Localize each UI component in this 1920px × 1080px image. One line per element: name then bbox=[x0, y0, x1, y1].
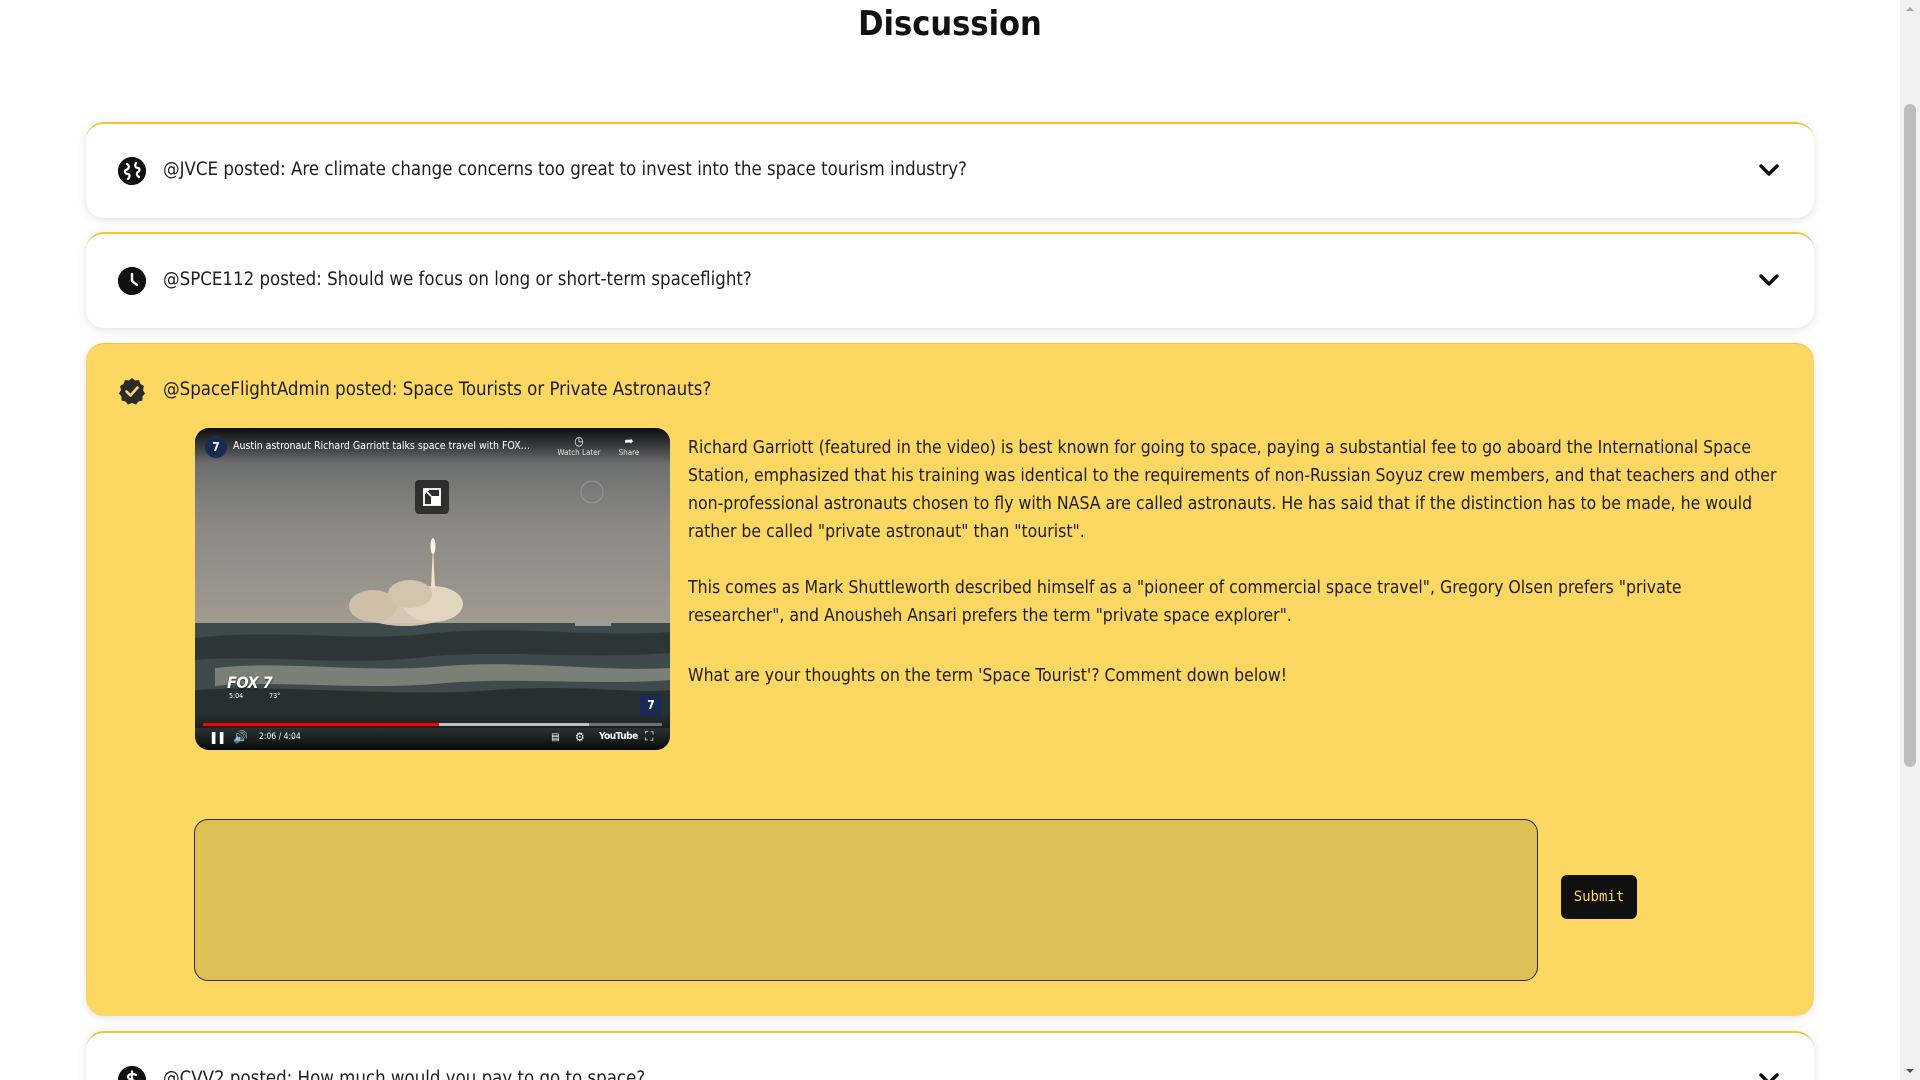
video-progress bbox=[203, 723, 440, 726]
scroll-up-icon[interactable] bbox=[1900, 0, 1920, 18]
thread-header[interactable]: @JVCE posted: Are climate change concern… bbox=[86, 124, 1814, 216]
thread-header[interactable]: @SpaceFlightAdmin posted: Space Tourists… bbox=[86, 344, 1814, 436]
clock-icon: ◷ bbox=[574, 434, 584, 448]
video-frame bbox=[195, 428, 670, 750]
thread-card-jvce[interactable]: @JVCE posted: Are climate change concern… bbox=[86, 122, 1814, 218]
thread-title: @JVCE posted: Are climate change concern… bbox=[163, 159, 967, 180]
video-progress-bar[interactable] bbox=[203, 723, 662, 726]
chevron-down-icon[interactable] bbox=[1758, 270, 1780, 290]
dollar-icon bbox=[118, 1066, 146, 1080]
thread-title: @CVV2 posted: How much would you pay to … bbox=[163, 1068, 646, 1080]
post-paragraph: This comes as Mark Shuttleworth describe… bbox=[688, 578, 1682, 626]
thread-card-spaceflightadmin: @SpaceFlightAdmin posted: Space Tourists… bbox=[86, 343, 1814, 1016]
share-icon: ➦ bbox=[624, 434, 634, 448]
embedded-video[interactable]: 7 Austin astronaut Richard Garriott talk… bbox=[195, 428, 670, 750]
captions-icon[interactable]: ▤ bbox=[551, 732, 560, 743]
video-title[interactable]: Austin astronaut Richard Garriott talks … bbox=[233, 440, 533, 452]
globe-icon bbox=[118, 157, 146, 185]
page-scrollbar[interactable] bbox=[1900, 0, 1920, 1080]
thread-title: @SpaceFlightAdmin posted: Space Tourists… bbox=[163, 379, 712, 400]
chevron-down-icon[interactable] bbox=[1758, 160, 1780, 180]
thread-card-spce112[interactable]: @SPCE112 posted: Should we focus on long… bbox=[86, 232, 1814, 328]
thread-header[interactable]: @SPCE112 posted: Should we focus on long… bbox=[86, 234, 1814, 326]
comment-input[interactable] bbox=[194, 819, 1538, 981]
thread-card-cvv2[interactable]: @CVV2 posted: How much would you pay to … bbox=[86, 1031, 1814, 1080]
clock-icon bbox=[118, 267, 146, 295]
thread-title: @SPCE112 posted: Should we focus on long… bbox=[163, 269, 752, 290]
fullscreen-icon[interactable]: ⛶ bbox=[645, 729, 653, 744]
thread-header[interactable]: @CVV2 posted: How much would you pay to … bbox=[86, 1033, 1814, 1080]
broadcaster-logo: FOX 7 bbox=[227, 673, 273, 692]
channel-avatar[interactable]: 7 bbox=[205, 436, 227, 458]
discussion-page: Discussion @JVCE posted: Are climate cha… bbox=[0, 0, 1920, 1080]
expand-icon[interactable] bbox=[415, 480, 449, 514]
volume-icon[interactable]: 🔊 bbox=[233, 730, 248, 744]
check-badge-icon bbox=[118, 377, 146, 405]
post-body: Richard Garriott (featured in the video)… bbox=[688, 434, 1778, 718]
chevron-down-icon[interactable] bbox=[1758, 1069, 1780, 1080]
scroll-down-icon[interactable] bbox=[1900, 1062, 1920, 1080]
watch-later-button[interactable]: ◷ Watch Later bbox=[554, 434, 604, 457]
share-button[interactable]: ➦ Share bbox=[604, 434, 654, 457]
gear-icon[interactable]: ⚙ bbox=[575, 730, 585, 744]
channel-watermark: 7 bbox=[640, 694, 662, 716]
page-title: Discussion bbox=[858, 4, 1042, 44]
scroll-thumb[interactable] bbox=[1904, 104, 1916, 767]
pause-icon[interactable]: ❚❚ bbox=[209, 730, 226, 744]
post-paragraph: What are your thoughts on the term 'Spac… bbox=[688, 666, 1288, 686]
video-time: 2:06 / 4:04 bbox=[259, 732, 301, 742]
post-paragraph: Richard Garriott (featured in the video)… bbox=[688, 438, 1777, 542]
submit-button[interactable]: Submit bbox=[1561, 875, 1637, 919]
youtube-logo[interactable]: YouTube bbox=[599, 731, 638, 742]
broadcast-meta: 5:04 73° bbox=[229, 692, 281, 700]
